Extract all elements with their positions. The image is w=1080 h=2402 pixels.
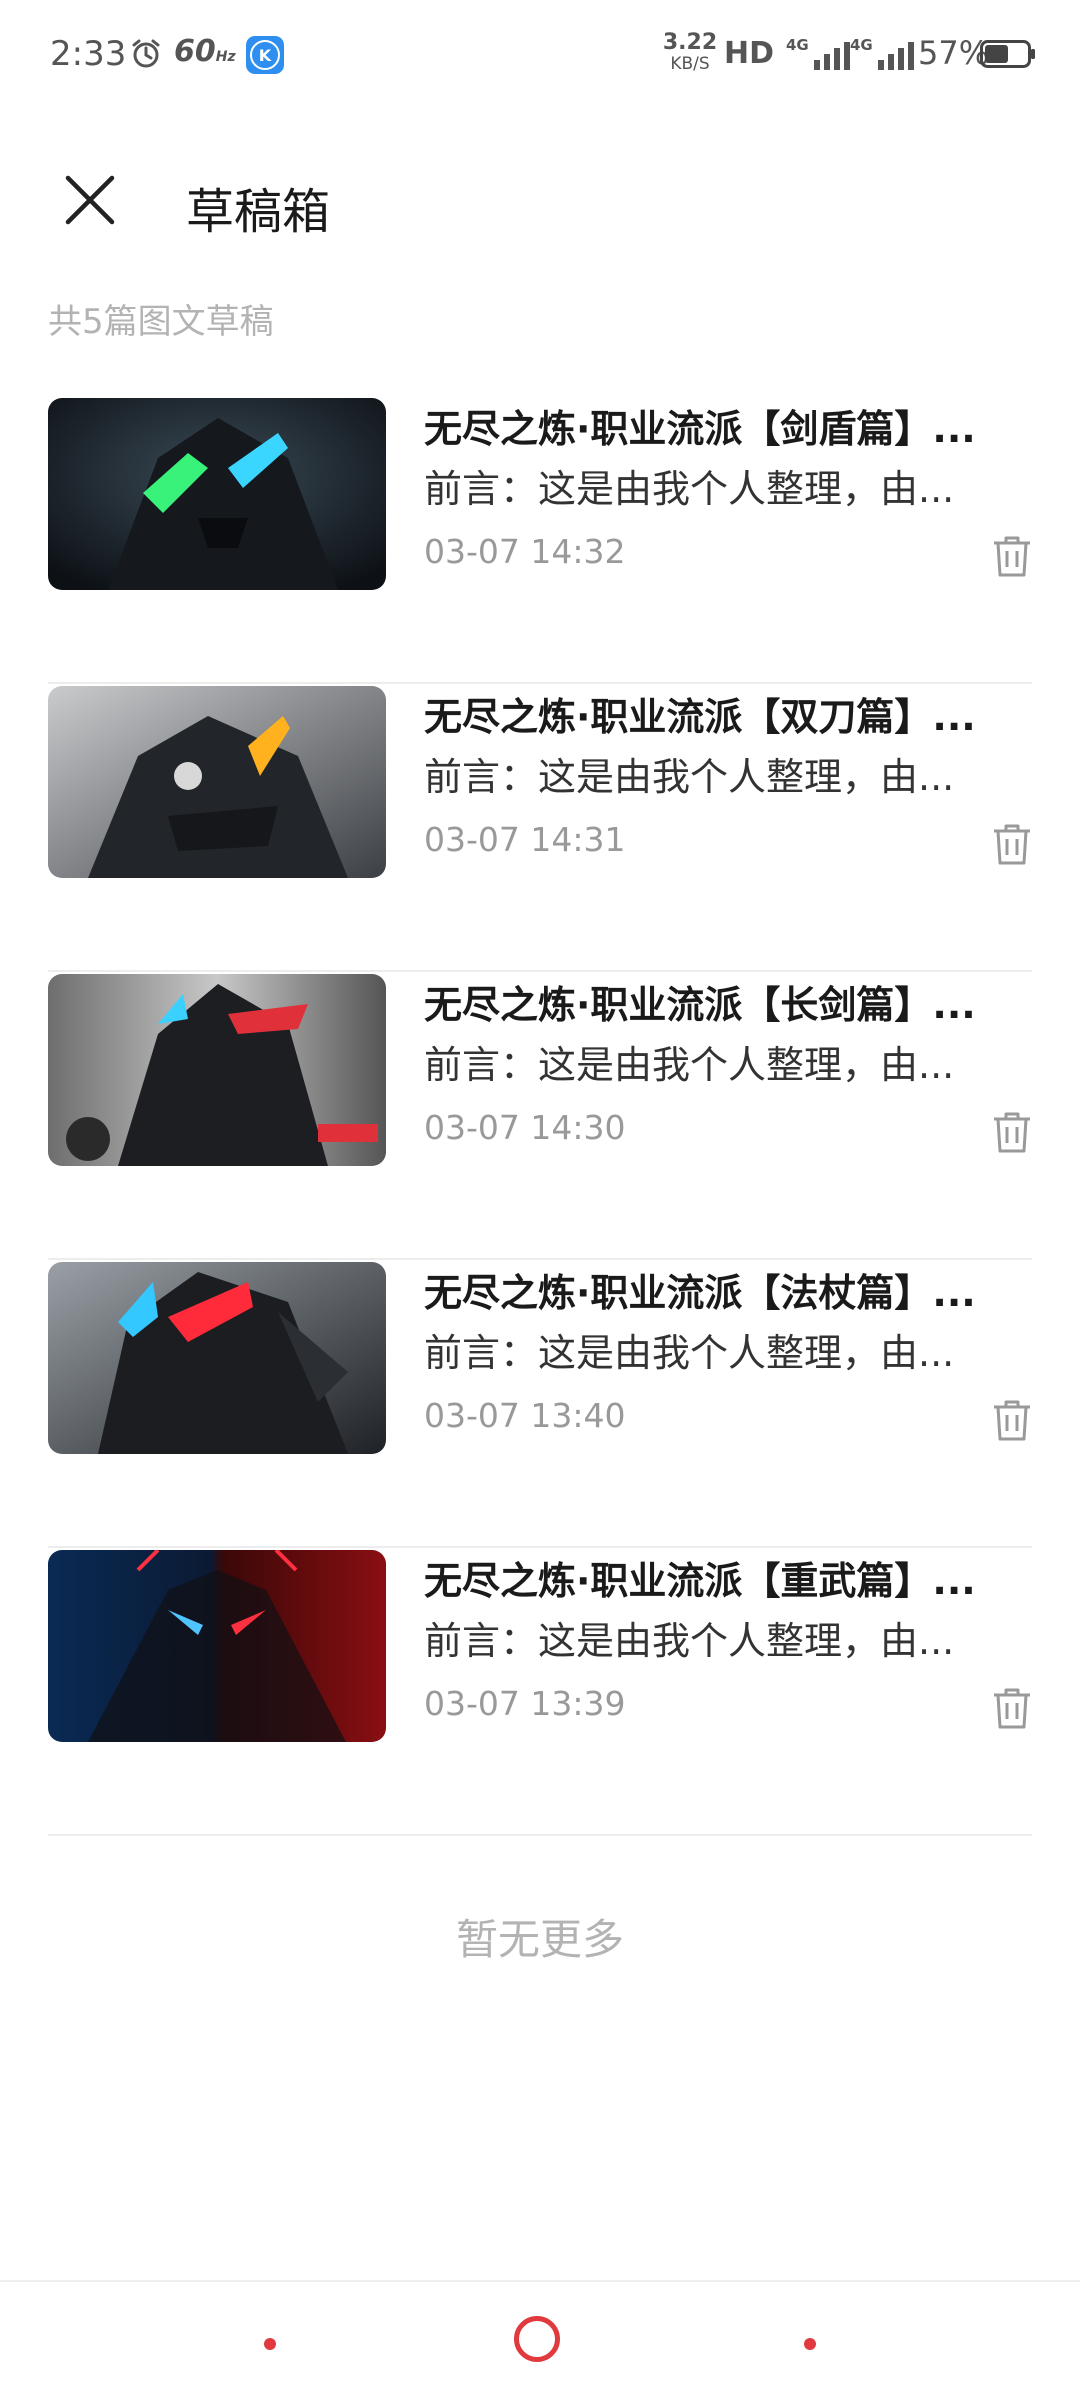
signal-2-icon: 4G: [850, 36, 926, 72]
status-bar: 2:33 60Hz K 3.22 KB/S HD 4G 4G 57%: [0, 0, 1080, 110]
draft-timestamp: 03-07 14:30: [424, 1108, 626, 1147]
draft-timestamp: 03-07 14:31: [424, 820, 626, 859]
status-time: 2:33: [50, 34, 127, 74]
battery-percent: 57%: [918, 34, 990, 72]
draft-item[interactable]: 无尽之炼·职业流派【双刀篇】... 前言：这是由我个人整理，由... 03-07…: [48, 684, 1032, 972]
draft-item[interactable]: 无尽之炼·职业流派【长剑篇】... 前言：这是由我个人整理，由... 03-07…: [48, 972, 1032, 1260]
draft-thumbnail: [48, 1550, 386, 1742]
draft-thumbnail: [48, 974, 386, 1166]
draft-title: 无尽之炼·职业流派【法杖篇】...: [424, 1271, 976, 1315]
refresh-rate: 60Hz: [174, 34, 236, 69]
trash-icon: [994, 536, 1030, 577]
delete-draft-button[interactable]: [984, 1392, 1040, 1448]
draft-item[interactable]: 无尽之炼·职业流派【重武篇】... 前言：这是由我个人整理，由... 03-07…: [48, 1548, 1032, 1836]
draft-thumbnail: [48, 686, 386, 878]
page-title: 草稿箱: [186, 184, 331, 240]
draft-excerpt: 前言：这是由我个人整理，由...: [424, 1331, 955, 1375]
trash-icon: [994, 1400, 1030, 1441]
draft-title: 无尽之炼·职业流派【长剑篇】...: [424, 983, 976, 1027]
draft-item[interactable]: 无尽之炼·职业流派【剑盾篇】... 前言：这是由我个人整理，由... 03-07…: [48, 396, 1032, 684]
alarm-icon: [130, 38, 162, 70]
nav-home-button[interactable]: [514, 2316, 560, 2362]
draft-title: 无尽之炼·职业流派【双刀篇】...: [424, 695, 976, 739]
draft-timestamp: 03-07 13:40: [424, 1396, 626, 1435]
trash-icon: [994, 824, 1030, 865]
nav-back-button[interactable]: [804, 2338, 816, 2350]
delete-draft-button[interactable]: [984, 528, 1040, 584]
nav-menu-button[interactable]: [264, 2338, 276, 2350]
battery-icon: [980, 40, 1036, 68]
trash-icon: [994, 1688, 1030, 1729]
delete-draft-button[interactable]: [984, 1104, 1040, 1160]
trash-icon: [994, 1112, 1030, 1153]
system-nav-bar: [0, 2280, 1080, 2402]
header: 草稿箱: [0, 150, 1080, 250]
no-more-indicator: 暂无更多: [455, 1915, 624, 1964]
draft-excerpt: 前言：这是由我个人整理，由...: [424, 467, 955, 511]
draft-thumbnail: [48, 398, 386, 590]
close-icon: [65, 175, 115, 225]
close-button[interactable]: [50, 160, 130, 240]
draft-list: 无尽之炼·职业流派【剑盾篇】... 前言：这是由我个人整理，由... 03-07…: [48, 396, 1032, 1836]
draft-timestamp: 03-07 13:39: [424, 1684, 626, 1723]
net-speed: 3.22 KB/S: [662, 30, 718, 74]
draft-excerpt: 前言：这是由我个人整理，由...: [424, 1619, 955, 1663]
draft-timestamp: 03-07 14:32: [424, 532, 626, 571]
delete-draft-button[interactable]: [984, 816, 1040, 872]
draft-title: 无尽之炼·职业流派【重武篇】...: [424, 1559, 976, 1603]
draft-item[interactable]: 无尽之炼·职业流派【法杖篇】... 前言：这是由我个人整理，由... 03-07…: [48, 1260, 1032, 1548]
delete-draft-button[interactable]: [984, 1680, 1040, 1736]
hd-voice-icon: HD: [724, 36, 775, 71]
draft-excerpt: 前言：这是由我个人整理，由...: [424, 755, 955, 799]
draft-title: 无尽之炼·职业流派【剑盾篇】...: [424, 407, 976, 451]
app-notification-icon: K: [246, 36, 284, 74]
draft-excerpt: 前言：这是由我个人整理，由...: [424, 1043, 955, 1087]
draft-count-summary: 共5篇图文草稿: [48, 302, 274, 342]
draft-thumbnail: [48, 1262, 386, 1454]
